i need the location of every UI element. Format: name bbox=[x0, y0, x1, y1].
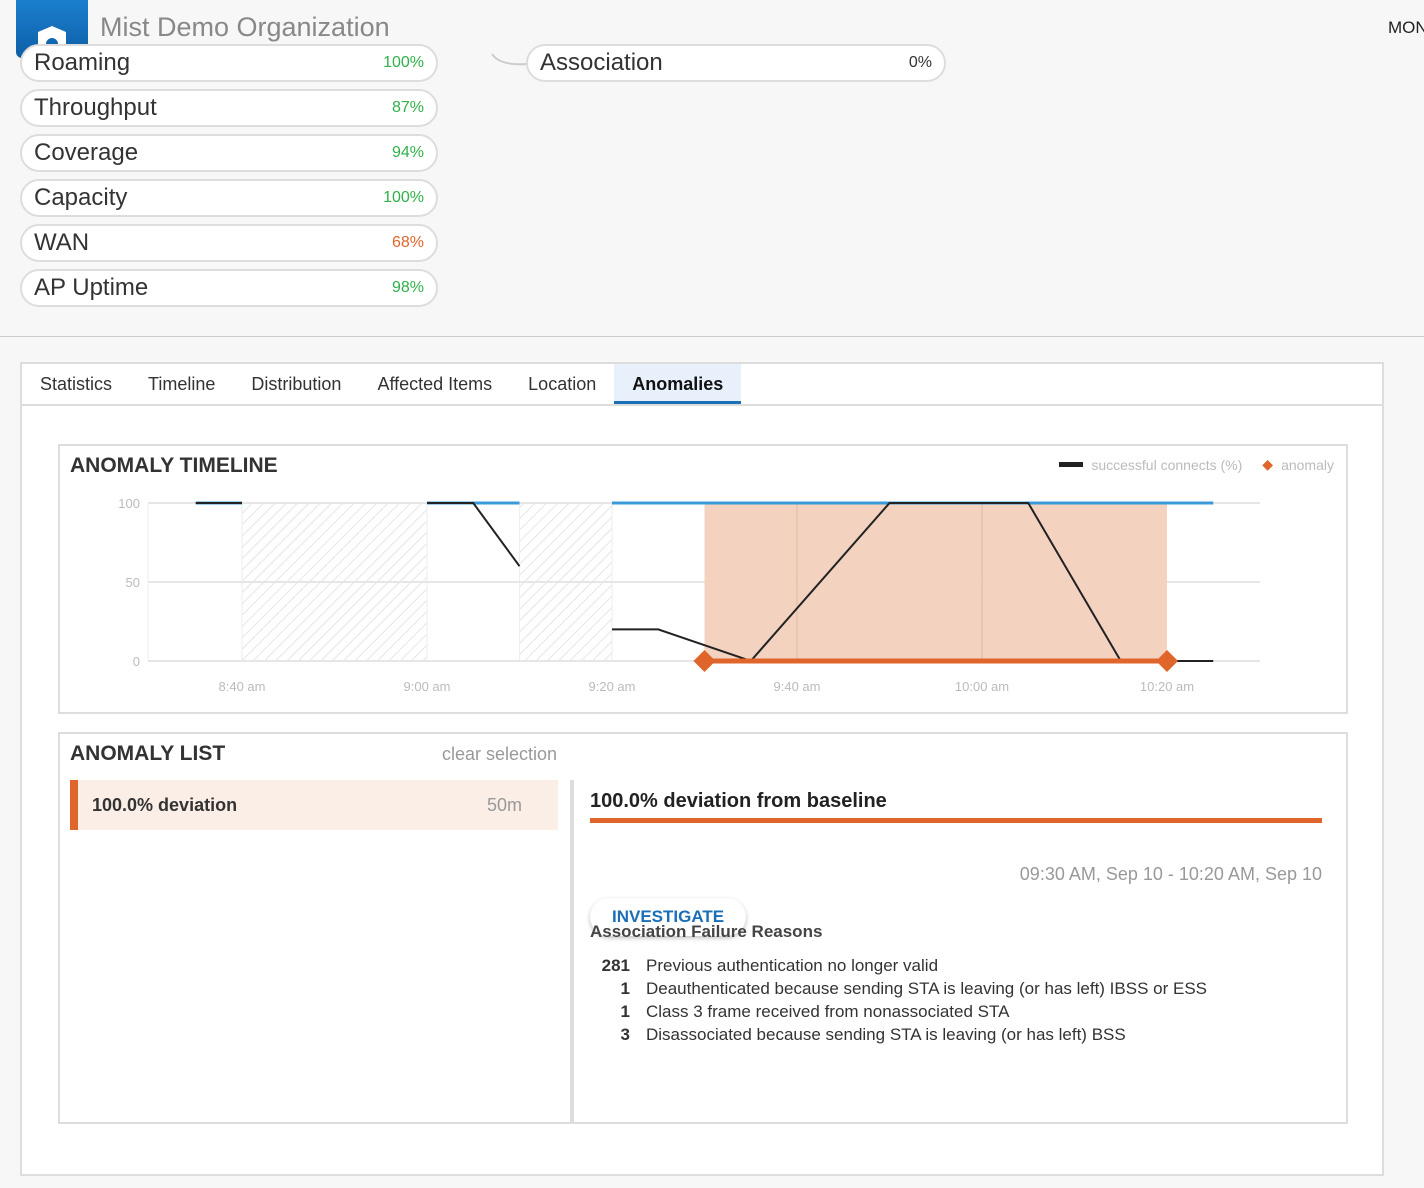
anomaly-detail: 100.0% deviation from baseline INVESTIGA… bbox=[574, 780, 1346, 1120]
metric-value: 87% bbox=[391, 99, 424, 116]
monitor-nav[interactable]: MON bbox=[1388, 18, 1424, 38]
reason-count: 281 bbox=[601, 956, 630, 975]
metric-ap-uptime[interactable]: AP Uptime 98% bbox=[20, 269, 438, 307]
metric-roaming[interactable]: Roaming 100% bbox=[20, 44, 438, 82]
tab-timeline[interactable]: Timeline bbox=[130, 364, 233, 404]
metric-value: 0% bbox=[908, 54, 932, 71]
y-tick-label: 50 bbox=[126, 575, 140, 590]
metric-value: 68% bbox=[391, 234, 424, 251]
tab-statistics[interactable]: Statistics bbox=[22, 364, 130, 404]
metric-label: Association bbox=[540, 49, 663, 76]
tab-location[interactable]: Location bbox=[510, 364, 614, 404]
metric-label: Coverage bbox=[34, 139, 139, 166]
time-range: 09:30 AM, Sep 10 - 10:20 AM, Sep 10 bbox=[1019, 864, 1322, 884]
reason-row: 1 Deauthenticated because sending STA is … bbox=[590, 979, 1207, 1002]
anomaly-timeline: ANOMALY TIMELINE successful connects (%)… bbox=[58, 444, 1348, 714]
tab-distribution[interactable]: Distribution bbox=[233, 364, 359, 404]
reason-text: Disassociated because sending STA is lea… bbox=[646, 1025, 1126, 1044]
x-tick-label: 9:20 am bbox=[589, 679, 636, 694]
metric-capacity[interactable]: Capacity 100% bbox=[20, 179, 438, 217]
series-line bbox=[427, 502, 521, 567]
list-title: ANOMALY LIST bbox=[70, 742, 226, 765]
org-name[interactable]: Mist Demo Organization bbox=[100, 12, 390, 43]
tab-affected-items[interactable]: Affected Items bbox=[359, 364, 510, 404]
metric-value: 100% bbox=[383, 189, 424, 206]
connector-line bbox=[491, 53, 529, 66]
anomaly-band bbox=[704, 503, 1167, 661]
details-panel: Statistics Timeline Distribution Affecte… bbox=[20, 362, 1384, 1176]
y-tick-label: 100 bbox=[118, 496, 140, 511]
anomaly-list-box: ANOMALY LIST clear selection 100.0% devi… bbox=[58, 732, 1348, 1124]
divider bbox=[0, 336, 1424, 337]
tab-anomalies[interactable]: Anomalies bbox=[614, 364, 742, 404]
x-tick-label: 8:40 am bbox=[219, 679, 266, 694]
anomaly-list-item[interactable]: 100.0% deviation 50m bbox=[70, 780, 558, 830]
reasons-list: 281 Previous authentication no longer val… bbox=[590, 956, 1207, 1048]
metric-wan[interactable]: WAN 68% bbox=[20, 224, 438, 262]
x-tick-label: 9:40 am bbox=[774, 679, 821, 694]
reason-row: 3 Disassociated because sending STA is le… bbox=[590, 1025, 1207, 1048]
metric-throughput[interactable]: Throughput 87% bbox=[20, 89, 438, 127]
deviation-bar bbox=[590, 818, 1322, 823]
tab-bar: Statistics Timeline Distribution Affecte… bbox=[22, 364, 1382, 406]
metric-label: Roaming bbox=[34, 49, 131, 76]
reason-count: 1 bbox=[620, 1002, 630, 1021]
metric-value: 98% bbox=[391, 279, 424, 296]
metric-coverage[interactable]: Coverage 94% bbox=[20, 134, 438, 172]
metric-value: 100% bbox=[383, 54, 424, 71]
x-tick-label: 10:20 am bbox=[1140, 679, 1194, 694]
y-tick-label: 0 bbox=[133, 654, 140, 669]
item-duration: 50m bbox=[486, 794, 522, 815]
metric-value: 94% bbox=[391, 144, 424, 161]
reason-text: Previous authentication no longer valid bbox=[646, 956, 939, 975]
metric-label: WAN bbox=[34, 229, 90, 256]
x-tick-label: 9:00 am bbox=[404, 679, 451, 694]
reason-count: 3 bbox=[620, 1025, 630, 1044]
metric-association[interactable]: Association 0% bbox=[526, 44, 946, 82]
clear-selection-link[interactable]: clear selection bbox=[442, 744, 557, 765]
metric-label: Throughput bbox=[34, 94, 157, 121]
item-label: 100.0% deviation bbox=[92, 794, 238, 815]
reason-text: Class 3 frame received from nonassociate… bbox=[646, 1002, 1010, 1021]
reason-row: 1 Class 3 frame received from nonassociat… bbox=[590, 1002, 1207, 1025]
reason-count: 1 bbox=[620, 979, 630, 998]
timeline-chart[interactable]: 100 50 0 8:40 am 9:00 am 9:20 am 9:40 am 10:00 … bbox=[60, 446, 1346, 712]
reason-row: 281 Previous authentication no longer val… bbox=[590, 956, 1207, 979]
reason-text: Deauthenticated because sending STA is l… bbox=[646, 979, 1207, 998]
reasons-title: Association Failure Reasons bbox=[590, 922, 823, 941]
metric-label: Capacity bbox=[34, 184, 128, 211]
metric-label: AP Uptime bbox=[34, 274, 149, 301]
x-tick-label: 10:00 am bbox=[955, 679, 1009, 694]
detail-title: 100.0% deviation from baseline bbox=[590, 790, 887, 812]
